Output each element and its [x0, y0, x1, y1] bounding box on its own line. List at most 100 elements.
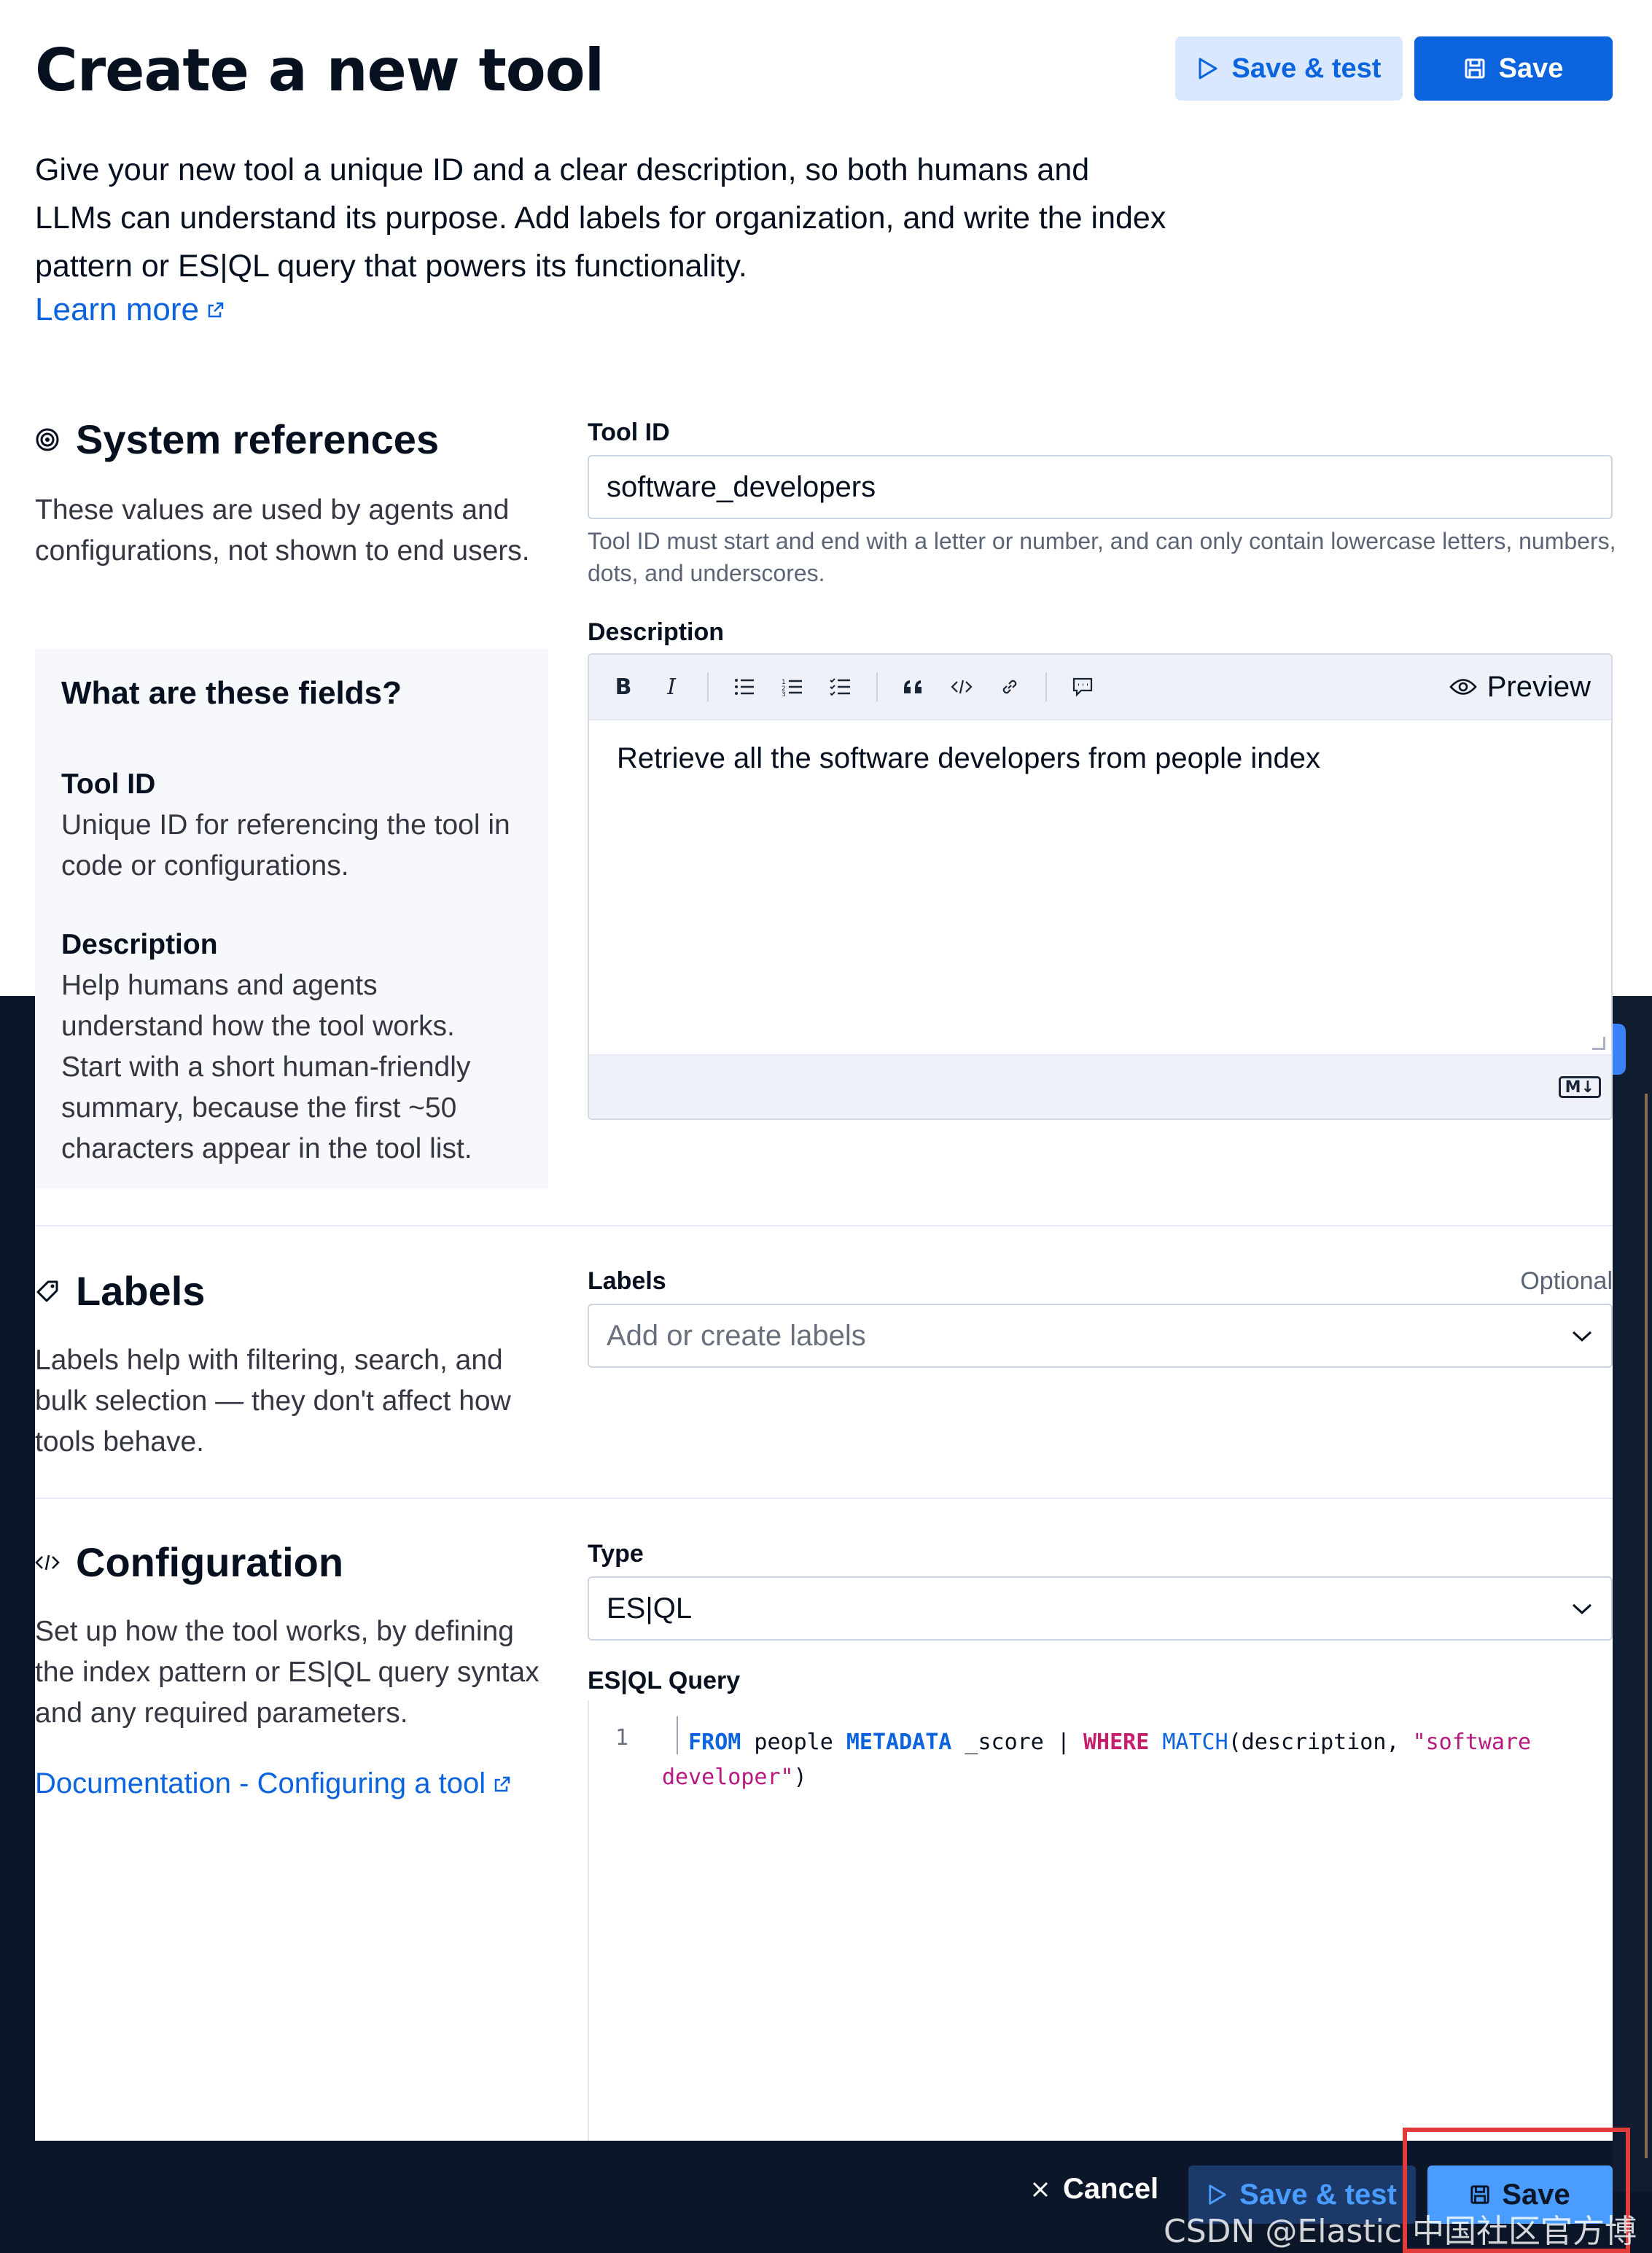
- toolbar-separator: [707, 672, 709, 701]
- link-icon: [1002, 680, 1017, 694]
- play-icon: [1209, 2184, 1226, 2205]
- documentation-link[interactable]: Documentation - Configuring a tool: [35, 1767, 512, 1800]
- learn-more-link[interactable]: Learn more: [35, 292, 225, 328]
- tool-id-label: Tool ID: [588, 419, 670, 446]
- cancel-label: Cancel: [1063, 2173, 1159, 2205]
- esql-query-code[interactable]: FROM people METADATA _score | WHERE MATC…: [662, 1725, 1581, 1795]
- editor-footer: M↓: [589, 1054, 1611, 1118]
- section-divider: [35, 1225, 1613, 1226]
- tool-id-value: software_developers: [607, 470, 876, 503]
- help-tool-id-term: Tool ID: [61, 768, 156, 800]
- help-tool-id-definition: Unique ID for referencing the tool in co…: [61, 809, 510, 882]
- save-button[interactable]: Save: [1414, 36, 1613, 101]
- esql-query-label: ES|QL Query: [588, 1667, 741, 1694]
- fields-help-panel: What are these fields? Tool ID Unique ID…: [35, 649, 548, 1188]
- save-test-button[interactable]: Save & test: [1175, 36, 1403, 101]
- numbered-list-button[interactable]: 123: [771, 666, 814, 708]
- target-icon: [36, 428, 59, 451]
- save-test-label: Save & test: [1231, 52, 1382, 84]
- labels-combobox[interactable]: Add or create labels: [588, 1304, 1613, 1368]
- labels-title: Labels: [35, 1267, 205, 1315]
- markdown-icon: M↓: [1558, 1076, 1601, 1098]
- external-link-icon: [494, 1776, 510, 1791]
- preview-label: Preview: [1487, 670, 1591, 703]
- code-icon: [951, 680, 973, 694]
- description-editor[interactable]: B I 123 Preview Retrieve all the softwar…: [588, 653, 1613, 1120]
- description-value: Retrieve all the software developers fro…: [617, 742, 1320, 774]
- page-title: Create a new tool: [35, 36, 604, 104]
- tool-id-help-text: Tool ID must start and end with a letter…: [588, 528, 1616, 586]
- checklist-button[interactable]: [819, 666, 862, 708]
- labels-placeholder: Add or create labels: [607, 1319, 866, 1352]
- resize-handle[interactable]: [1592, 1037, 1605, 1050]
- code-button[interactable]: [940, 666, 983, 708]
- documentation-link-label: Documentation - Configuring a tool: [35, 1767, 486, 1799]
- type-select[interactable]: ES|QL: [588, 1576, 1613, 1641]
- comment-icon: [1072, 677, 1093, 697]
- tool-id-input[interactable]: software_developers: [588, 455, 1613, 519]
- svg-text:3: 3: [782, 691, 786, 696]
- link-button[interactable]: [989, 666, 1031, 708]
- bullet-list-icon: [735, 679, 754, 695]
- preview-button[interactable]: Preview: [1449, 671, 1598, 704]
- bullet-list-button[interactable]: [723, 666, 765, 708]
- tag-icon: [36, 1280, 58, 1301]
- italic-icon: I: [667, 674, 676, 700]
- labels-description: Labels help with filtering, search, and …: [35, 1345, 511, 1458]
- esql-query-editor[interactable]: 1 FROM people METADATA _score | WHERE MA…: [588, 1700, 1613, 2141]
- system-references-title: System references: [35, 416, 439, 463]
- labels-optional-text: Optional: [1520, 1267, 1613, 1295]
- intro-text: Give your new tool a unique ID and a cle…: [35, 152, 1166, 284]
- code-index: people: [741, 1729, 846, 1755]
- configuration-title-text: Configuration: [76, 1539, 344, 1585]
- type-value: ES|QL: [607, 1592, 693, 1624]
- quote-button[interactable]: [892, 666, 935, 708]
- eye-icon: [1449, 679, 1477, 695]
- italic-button[interactable]: I: [650, 666, 693, 708]
- watermark: CSDN @Elastic 中国社区官方博客: [1164, 2213, 1637, 2250]
- quote-icon: [904, 680, 922, 693]
- comment-button[interactable]: [1061, 666, 1104, 708]
- code-keyword-metadata: METADATA: [846, 1729, 952, 1755]
- code-args: (description,: [1228, 1729, 1413, 1755]
- toolbar-separator: [1045, 672, 1047, 701]
- description-label: Description: [588, 618, 725, 646]
- chevron-down-icon[interactable]: [1570, 1328, 1594, 1343]
- labels-field-label: Labels: [588, 1267, 666, 1295]
- code-keyword-where: WHERE: [1083, 1729, 1150, 1755]
- help-description-term: Description: [61, 929, 218, 960]
- side-panel-handle[interactable]: [1613, 1024, 1626, 1075]
- code-icon: [35, 1554, 60, 1570]
- external-link-icon: [208, 302, 224, 318]
- configuration-title: Configuration: [35, 1538, 343, 1586]
- description-textarea[interactable]: Retrieve all the software developers fro…: [589, 720, 1611, 1054]
- help-panel-title: What are these fields?: [61, 675, 402, 711]
- labels-title-text: Labels: [76, 1268, 206, 1314]
- configuration-description: Set up how the tool works, by defining t…: [35, 1616, 539, 1729]
- create-tool-page: Create a new tool Save & test Save Give …: [35, 0, 1616, 2141]
- bold-icon: B: [615, 674, 632, 700]
- section-divider: [35, 1498, 1613, 1499]
- help-description-definition: Help humans and agents understand how th…: [61, 970, 472, 1164]
- play-icon: [1199, 58, 1217, 79]
- save-label: Save: [1498, 52, 1564, 84]
- cancel-button[interactable]: Cancel: [1031, 2173, 1158, 2206]
- code-keyword-from: FROM: [688, 1729, 741, 1755]
- learn-more-label: Learn more: [35, 292, 200, 327]
- code-function-match: MATCH: [1149, 1729, 1228, 1755]
- system-references-description: These values are used by agents and conf…: [35, 494, 530, 567]
- side-divider: [1645, 1094, 1648, 2158]
- toolbar-separator: [876, 672, 878, 701]
- system-references-label: System references: [76, 416, 440, 462]
- line-number: 1: [615, 1725, 629, 1751]
- checklist-icon: [830, 678, 850, 696]
- code-score: _score |: [951, 1729, 1083, 1755]
- editor-toolbar: B I 123 Preview: [589, 655, 1611, 720]
- type-label: Type: [588, 1540, 644, 1568]
- numbered-list-icon: 123: [782, 679, 802, 696]
- chevron-down-icon[interactable]: [1570, 1601, 1594, 1616]
- code-close: ): [793, 1764, 807, 1790]
- close-icon: [1032, 2182, 1048, 2197]
- bold-button[interactable]: B: [602, 666, 644, 708]
- floppy-disk-icon: [1465, 58, 1485, 79]
